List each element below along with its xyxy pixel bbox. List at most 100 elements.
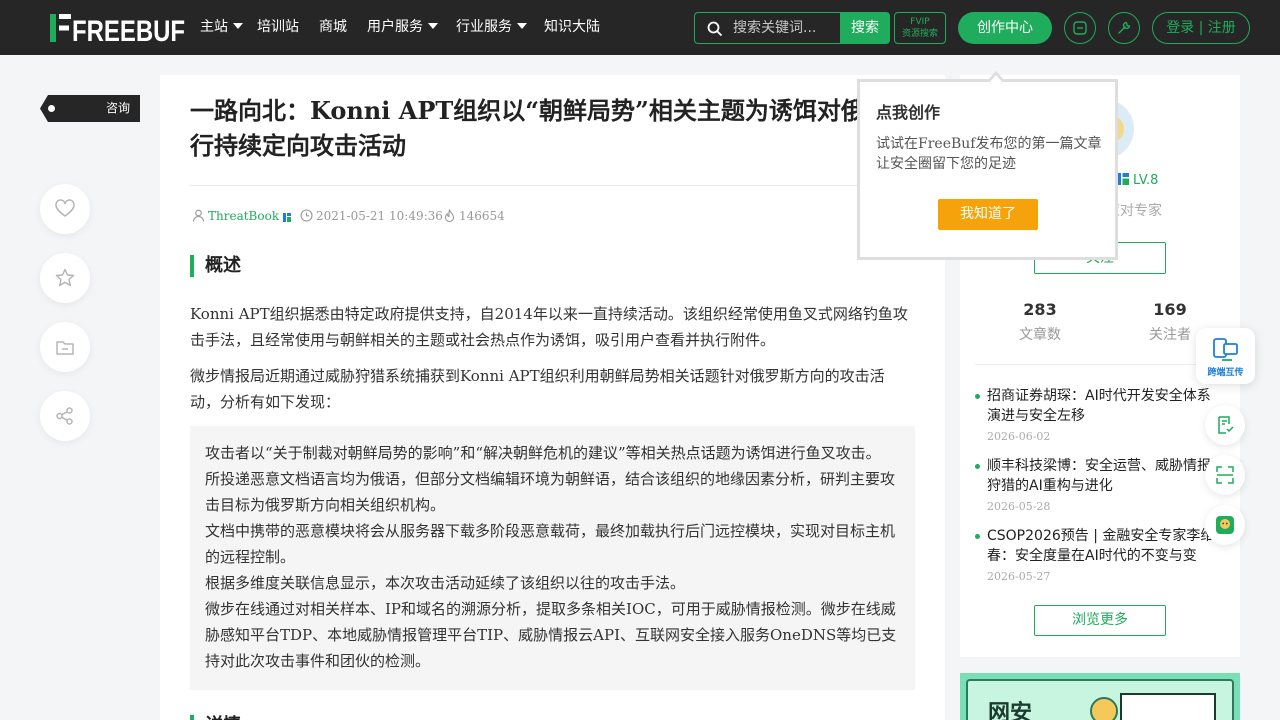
verified-badge-icon	[283, 213, 292, 222]
freebuf-logo[interactable]: FREEBUF	[50, 14, 185, 42]
bullet-dot	[975, 534, 980, 539]
finding-item: 所投递恶意文档语言均为俄语，但部分文档编辑环境为朝鲜语，结合该组织的地缘因素分析…	[205, 470, 896, 514]
fire-icon	[444, 208, 455, 223]
nav-item-industry-services[interactable]: 行业服务	[456, 18, 527, 36]
qr-code-icon	[1120, 693, 1216, 720]
fvip-resource-search-button[interactable]: FVIP 资源搜索	[894, 12, 946, 44]
favorite-button[interactable]	[40, 253, 90, 303]
like-button[interactable]	[40, 184, 90, 234]
caret-down-icon	[428, 23, 438, 29]
related-article[interactable]: 顺丰科技梁博：安全运营、威胁情报狩猎的AI重构与进化 2026-05-28	[975, 456, 1215, 513]
wrench-icon	[1118, 21, 1131, 34]
author-link[interactable]: ThreatBook	[192, 209, 294, 223]
author-name: ThreatBook	[208, 209, 280, 223]
nav-item-label: 知识大陆	[544, 19, 600, 35]
caret-down-icon	[517, 23, 527, 29]
scan-icon	[1216, 466, 1234, 484]
search-icon	[707, 21, 723, 37]
nav-item-label: 主站	[200, 19, 228, 35]
svg-text:FREEBUF: FREEBUF	[72, 15, 185, 42]
sidebar-divider	[975, 364, 1225, 365]
feedback-icon	[1218, 416, 1234, 434]
app-download-button[interactable]	[1064, 12, 1096, 44]
related-article-date: 2026-05-28	[987, 500, 1051, 513]
related-article[interactable]: CSOP2026预告 | 金融安全专家李维春：安全度量在AI时代的不变与变 20…	[975, 526, 1215, 583]
title-divider	[190, 185, 915, 186]
cross-device-icon	[1213, 338, 1238, 361]
related-article-date: 2026-05-27	[987, 570, 1051, 583]
findings-blockquote: 攻击者以“关于制裁对朝鲜局势的影响”和“解决朝鲜危机的建议”等相关热点话题为诱饵…	[190, 426, 915, 690]
banner-frame: 网安	[966, 679, 1234, 720]
search-input[interactable]	[733, 18, 833, 38]
star-icon	[55, 268, 75, 287]
create-tip-popover: 点我创作 试试在FreeBuf发布您的第一篇文章 让安全圈留下您的足迹 我知道了	[857, 71, 1118, 260]
nav-item-label: 行业服务	[456, 19, 512, 35]
miniprogram-button[interactable]	[1205, 505, 1245, 545]
related-article-date: 2026-06-02	[987, 430, 1051, 443]
share-button[interactable]	[40, 391, 90, 441]
view-count: 146654	[443, 208, 505, 223]
article-paragraph: 微步情报局近期通过威胁狩猎系统捕获到Konni APT组织利用朝鲜局势相关话题针…	[190, 367, 885, 411]
user-icon	[192, 209, 205, 222]
collection-folder-button[interactable]	[40, 322, 90, 372]
search-box	[694, 12, 840, 44]
article-card: 一路向北：Konni APT组织以“朝鲜局势”相关主题为诱饵对俄进行持续定向攻击…	[160, 75, 945, 720]
publish-datetime: 2021-05-21 10:49:36	[316, 209, 443, 223]
clock-icon	[300, 209, 313, 222]
category-tag: 咨询	[40, 95, 140, 122]
nav-item-training[interactable]: 培训站	[257, 18, 299, 36]
article-paragraph: Konni APT组织据悉由特定政府提供支持，自2014年以来一直持续活动。该组…	[190, 305, 908, 349]
bullet-dot	[975, 464, 980, 469]
scan-button[interactable]	[1205, 455, 1245, 495]
search-button[interactable]: 搜索	[840, 12, 890, 44]
level-badge-icon	[1117, 173, 1129, 185]
top-nav: FREEBUF 主站 培训站 商城 用户服务 行业服务 知识大陆 搜索 FVIP…	[0, 0, 1280, 55]
finding-item: 微步在线通过对相关样本、IP和域名的溯源分析，提取多条相关IOC，可用于威胁情报…	[205, 600, 897, 670]
share-icon	[56, 407, 73, 425]
level-text: LV.8	[1133, 173, 1159, 188]
banner-text: 网安	[988, 701, 1033, 720]
related-article-title: 招商证券胡琛：AI时代开发安全体系演进与安全左移	[987, 388, 1211, 424]
nav-item-label: 培训站	[257, 19, 299, 35]
tools-button[interactable]	[1108, 12, 1140, 44]
tag-dot	[48, 105, 55, 112]
folder-icon	[56, 341, 74, 355]
finding-item: 攻击者以“关于制裁对朝鲜局势的影响”和“解决朝鲜危机的建议”等相关热点话题为诱饵…	[205, 444, 881, 462]
related-article-title: CSOP2026预告 | 金融安全专家李维春：安全度量在AI时代的不变与变	[987, 528, 1215, 564]
cross-device-label: 跨端互传	[1207, 368, 1244, 378]
nav-item-user-services[interactable]: 用户服务	[367, 18, 438, 36]
create-center-button[interactable]: 创作中心	[958, 12, 1052, 44]
articles-label: 文章数	[1019, 327, 1061, 343]
app-download-icon	[1073, 21, 1087, 35]
views-number: 146654	[459, 209, 505, 223]
publish-time: 2021-05-21 10:49:36	[300, 209, 443, 223]
related-article[interactable]: 招商证券胡琛：AI时代开发安全体系演进与安全左移 2026-06-02	[975, 386, 1215, 443]
cross-device-transfer-button[interactable]: 跨端互传	[1196, 328, 1255, 384]
popover-text: 试试在FreeBuf发布您的第一篇文章 让安全圈留下您的足迹	[876, 136, 1102, 172]
nav-item-knowledge[interactable]: 知识大陆	[544, 18, 600, 36]
browse-more-button[interactable]: 浏览更多	[1034, 605, 1166, 636]
mascot-icon	[1090, 697, 1118, 720]
article-title: 一路向北：Konni APT组织以“朝鲜局势”相关主题为诱饵对俄进行持续定向攻击…	[190, 96, 889, 160]
feedback-button[interactable]	[1205, 405, 1245, 445]
nav-item-label: 商城	[319, 19, 347, 35]
login-register-button[interactable]: 登录 | 注册	[1152, 12, 1250, 44]
category-tag-label: 咨询	[105, 101, 130, 115]
bullet-dot	[975, 394, 980, 399]
section-heading-details: 详情	[190, 715, 241, 720]
like-icon	[55, 199, 75, 217]
popover-title: 点我创作	[876, 103, 941, 122]
nav-item-label: 用户服务	[367, 19, 423, 35]
finding-item: 文档中携带的恶意模块将会从服务器下载多阶段恶意载荷，最终加载执行后门远控模块，实…	[205, 522, 896, 566]
promo-banner[interactable]: 网安	[960, 673, 1240, 720]
nav-item-shop[interactable]: 商城	[319, 18, 347, 36]
caret-down-icon	[233, 23, 243, 29]
related-article-title: 顺丰科技梁博：安全运营、威胁情报狩猎的AI重构与进化	[987, 458, 1211, 494]
articles-count: 283	[1023, 300, 1057, 319]
nav-item-main[interactable]: 主站	[200, 18, 243, 36]
followers-count: 169	[1153, 300, 1187, 319]
finding-item: 根据多维度关联信息显示，本次攻击活动延续了该组织以往的攻击手法。	[205, 574, 686, 592]
miniprogram-icon	[1216, 516, 1234, 534]
fvip-label: FVIP	[910, 17, 930, 27]
got-it-button[interactable]: 我知道了	[938, 199, 1038, 230]
